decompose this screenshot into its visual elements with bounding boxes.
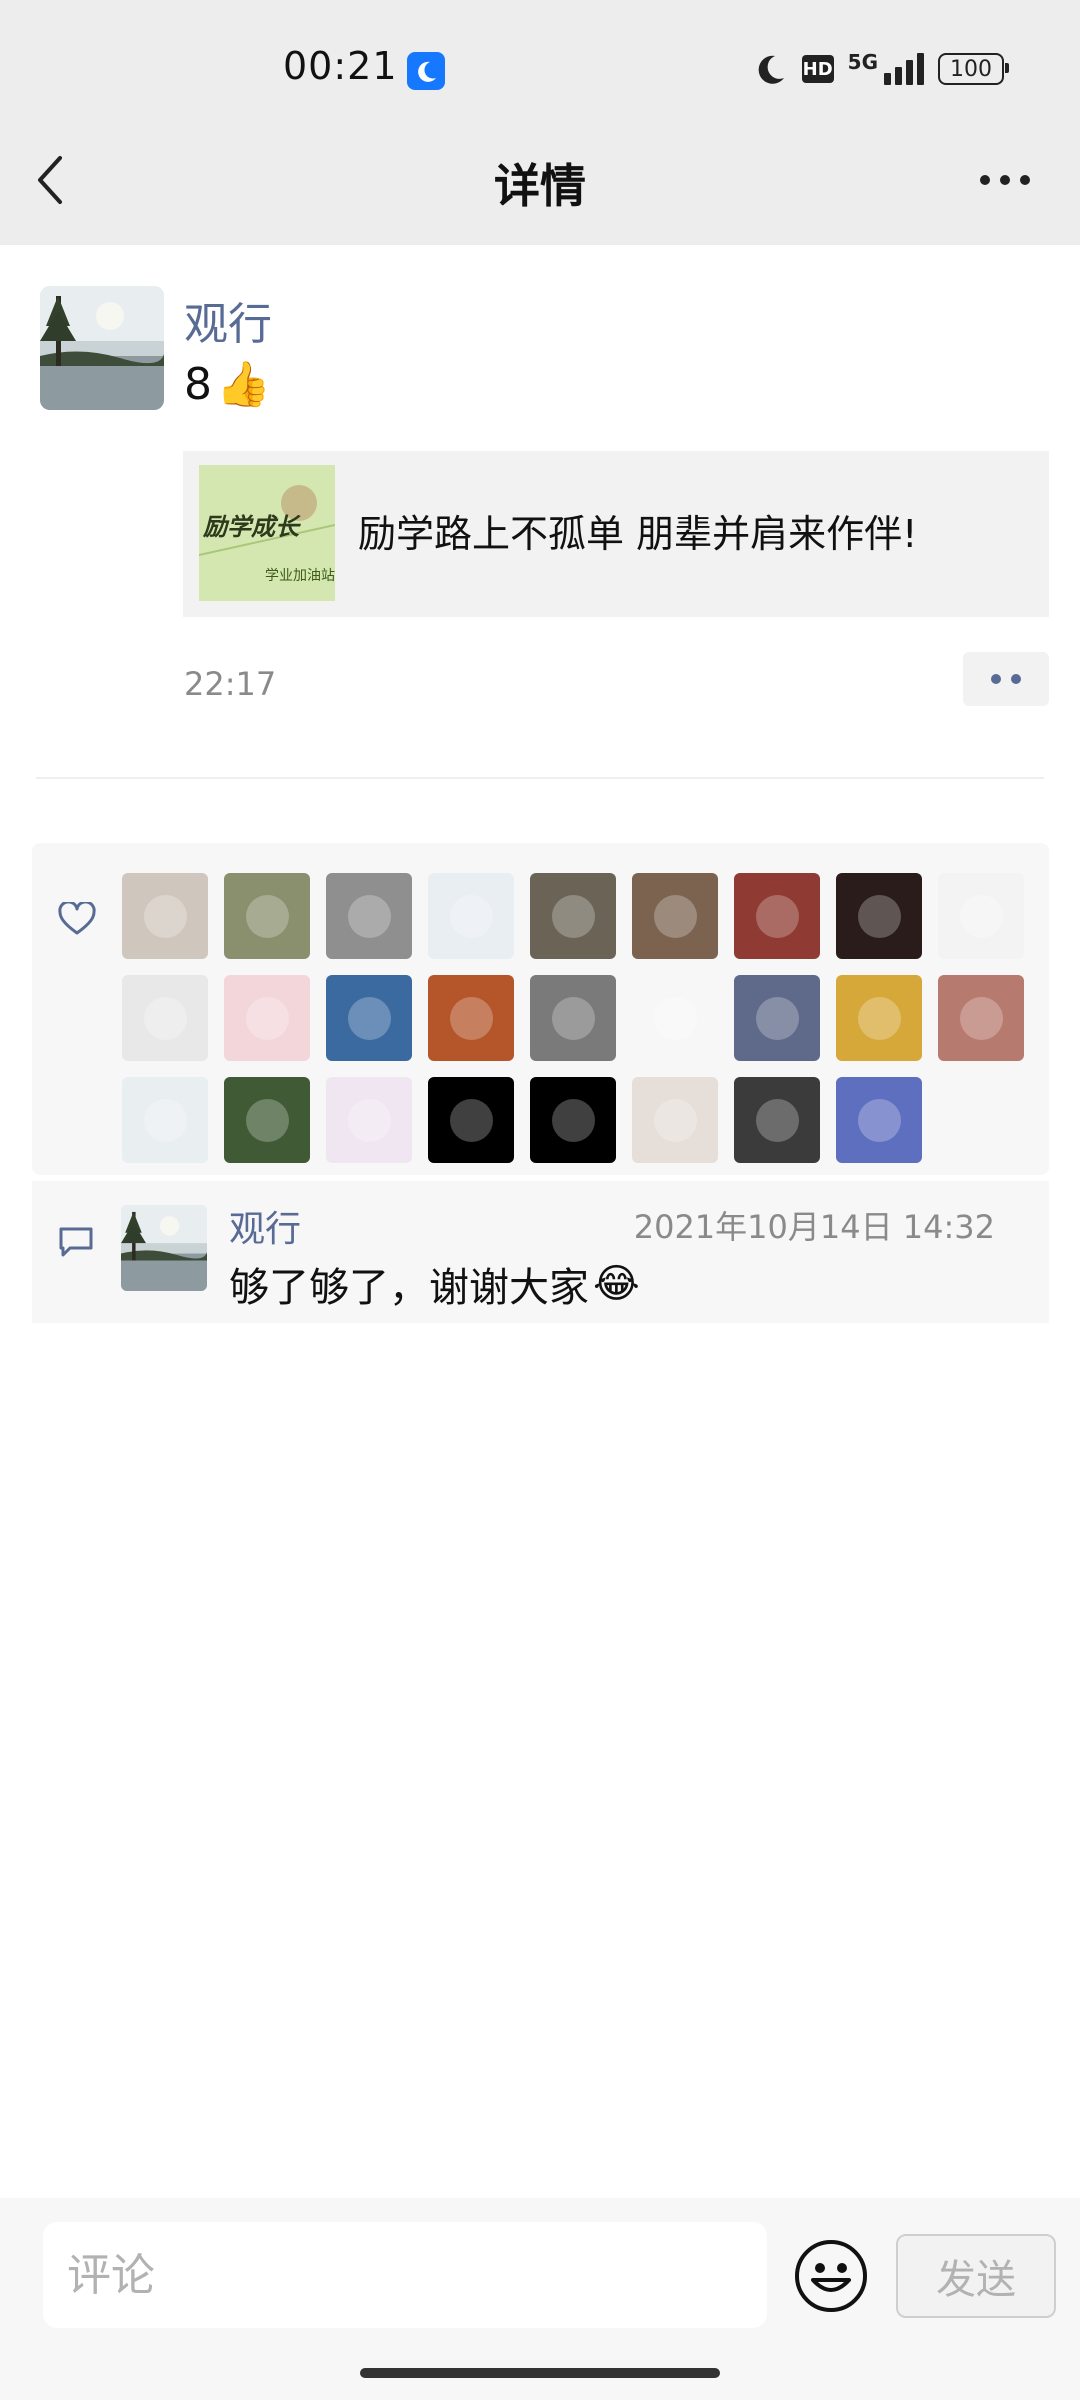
liker-avatar[interactable]	[734, 873, 820, 959]
shared-article-card[interactable]: 励学成长 学业加油站 励学路上不孤单 朋辈并肩来作伴!	[183, 451, 1049, 617]
post-text-value: 8	[184, 358, 212, 410]
liker-avatar[interactable]	[734, 1077, 820, 1163]
liker-avatar[interactable]	[836, 873, 922, 959]
dots-icon	[991, 674, 1001, 684]
liker-avatar[interactable]	[326, 975, 412, 1061]
liker-avatar[interactable]	[122, 1077, 208, 1163]
network-label: 5G	[847, 50, 878, 74]
liker-avatar[interactable]	[734, 975, 820, 1061]
liker-avatar[interactable]	[224, 975, 310, 1061]
article-thumbnail: 励学成长 学业加油站	[199, 465, 335, 601]
comment-date: 2021年10月14日 14:32	[633, 1208, 995, 1246]
liker-avatar[interactable]	[428, 873, 514, 959]
send-button[interactable]: 发送	[896, 2234, 1056, 2318]
liker-avatar[interactable]	[632, 873, 718, 959]
liker-avatar[interactable]	[224, 873, 310, 959]
thumbs-up-icon: 👍	[216, 359, 271, 410]
liker-avatar[interactable]	[530, 1077, 616, 1163]
article-title: 励学路上不孤单 朋辈并肩来作伴!	[358, 512, 918, 556]
comment-input[interactable]	[43, 2222, 767, 2328]
comment-text-value: 够了够了，谢谢大家	[229, 1265, 589, 1311]
article-thumbnail-subtitle: 学业加油站	[265, 568, 335, 584]
liker-avatar[interactable]	[326, 873, 412, 959]
comment-author-name[interactable]: 观行	[229, 1200, 301, 1252]
app-notification-icon	[407, 52, 445, 90]
liker-avatar[interactable]	[530, 975, 616, 1061]
like-comment-menu-button[interactable]	[963, 652, 1049, 706]
liker-avatar[interactable]	[122, 975, 208, 1061]
divider	[36, 777, 1044, 779]
status-icons: HD 5G 100	[754, 50, 1009, 86]
smiley-icon[interactable]	[793, 2238, 869, 2314]
liker-avatar[interactable]	[836, 975, 922, 1061]
liker-avatar[interactable]	[938, 975, 1024, 1061]
comment-author-avatar[interactable]	[121, 1205, 207, 1291]
post-text: 8 👍	[184, 358, 271, 411]
post-time: 22:17	[184, 665, 277, 703]
liker-avatar[interactable]	[428, 975, 514, 1061]
laugh-emoji-icon: 😂	[593, 1261, 640, 1307]
liker-avatar[interactable]	[428, 1077, 514, 1163]
home-indicator[interactable]	[360, 2368, 720, 2378]
heart-icon	[58, 902, 96, 935]
liker-avatar[interactable]	[632, 975, 718, 1061]
liker-avatar[interactable]	[122, 873, 208, 959]
more-dots-icon	[980, 175, 990, 185]
header: 00:21 HD 5G 100 详情	[0, 0, 1080, 245]
author-name[interactable]: 观行	[184, 288, 272, 352]
liker-avatar[interactable]	[224, 1077, 310, 1163]
status-time: 00:21	[283, 44, 398, 88]
liker-avatar[interactable]	[836, 1077, 922, 1163]
liker-avatar[interactable]	[632, 1077, 718, 1163]
author-avatar[interactable]	[40, 286, 164, 410]
liker-avatar[interactable]	[938, 873, 1024, 959]
comment-text: 够了够了，谢谢大家 😂	[229, 1255, 640, 1313]
comment-icon	[59, 1227, 93, 1257]
moon-icon	[758, 55, 784, 84]
more-button[interactable]	[970, 165, 1040, 195]
liker-avatar[interactable]	[326, 1077, 412, 1163]
hd-icon: HD	[801, 55, 834, 83]
signal-icon	[884, 53, 924, 85]
article-thumbnail-title: 励学成长	[203, 513, 299, 541]
page-title: 详情	[494, 159, 586, 213]
battery-icon: 100	[938, 53, 1009, 85]
liker-avatar[interactable]	[530, 873, 616, 959]
